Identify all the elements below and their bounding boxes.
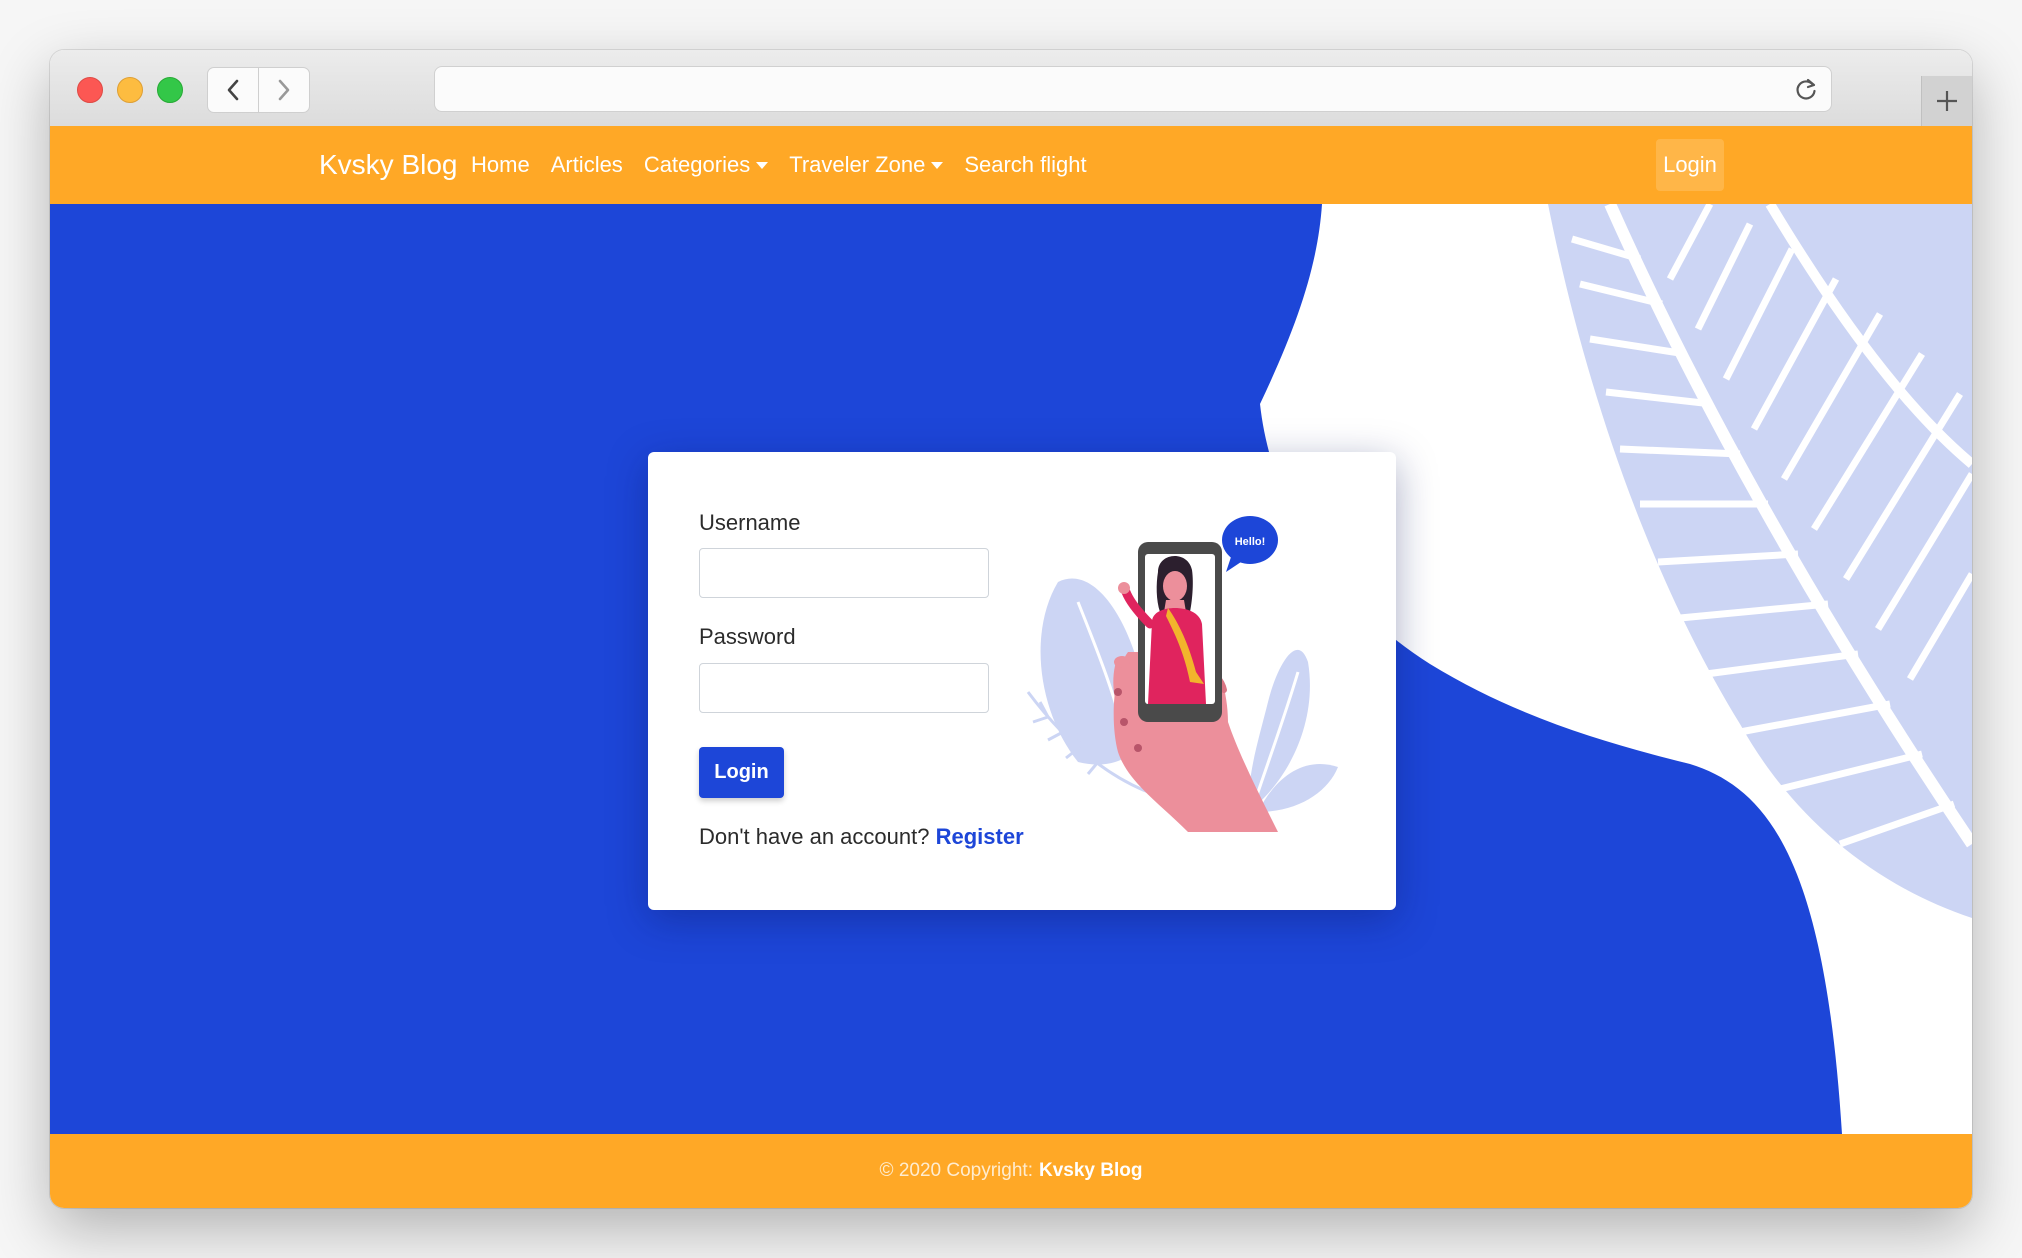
password-label: Password [699, 624, 796, 649]
username-label: Username [699, 510, 801, 535]
register-prompt-text: Don't have an account? [699, 824, 930, 849]
caret-down-icon [931, 161, 944, 169]
close-window-button[interactable] [77, 77, 103, 103]
chevron-left-icon [227, 79, 239, 101]
browser-window: Kvsky Blog Home Articles Categories Trav… [50, 50, 1972, 1208]
footer-brand-link[interactable]: Kvsky Blog [1039, 1160, 1142, 1182]
nav-link-label: Categories [643, 152, 751, 177]
register-prompt: Don't have an account? Register [699, 824, 1024, 850]
reload-icon[interactable] [1793, 76, 1819, 102]
forward-button[interactable] [258, 67, 310, 113]
nav-dropdown-traveler-zone[interactable]: Traveler Zone [789, 148, 944, 182]
login-submit-button[interactable]: Login [699, 747, 784, 798]
nav-login-link[interactable]: Login [1656, 139, 1724, 191]
phone-greeting-illustration: Hello! [1026, 516, 1338, 832]
nav-link-home[interactable]: Home [471, 148, 530, 182]
nav-link-label: Articles [550, 152, 623, 177]
browser-toolbar [50, 50, 1972, 127]
nav-menu: Home Articles Categories Traveler Zone S… [471, 148, 1108, 182]
nav-dropdown-categories[interactable]: Categories [643, 148, 769, 182]
caret-down-icon [756, 161, 769, 169]
register-link[interactable]: Register [936, 824, 1024, 849]
footer-copyright: © 2020 Copyright: [879, 1160, 1033, 1181]
speech-bubble-text: Hello! [1235, 536, 1266, 548]
address-bar[interactable] [434, 66, 1832, 112]
brand-logo-link[interactable]: Kvsky Blog [319, 148, 458, 182]
nav-link-articles[interactable]: Articles [551, 148, 623, 182]
login-card: Username Password Login Don't have an ac… [648, 452, 1396, 910]
nav-link-label: Traveler Zone [789, 152, 926, 177]
nav-link-label: Search flight [964, 152, 1087, 177]
hero-section: Username Password Login Don't have an ac… [50, 204, 1972, 1134]
chevron-right-icon [278, 79, 290, 101]
plus-icon [1937, 91, 1957, 111]
password-input[interactable] [699, 663, 989, 713]
maximize-window-button[interactable] [157, 77, 183, 103]
back-button[interactable] [207, 67, 259, 113]
new-tab-button[interactable] [1921, 76, 1972, 126]
nav-link-search-flight[interactable]: Search flight [964, 148, 1086, 182]
minimize-window-button[interactable] [117, 77, 143, 103]
nav-link-label: Home [471, 152, 530, 177]
site-footer: © 2020 Copyright: Kvsky Blog [50, 1134, 1972, 1208]
username-input[interactable] [699, 548, 989, 598]
site-navbar: Kvsky Blog Home Articles Categories Trav… [50, 126, 1972, 204]
